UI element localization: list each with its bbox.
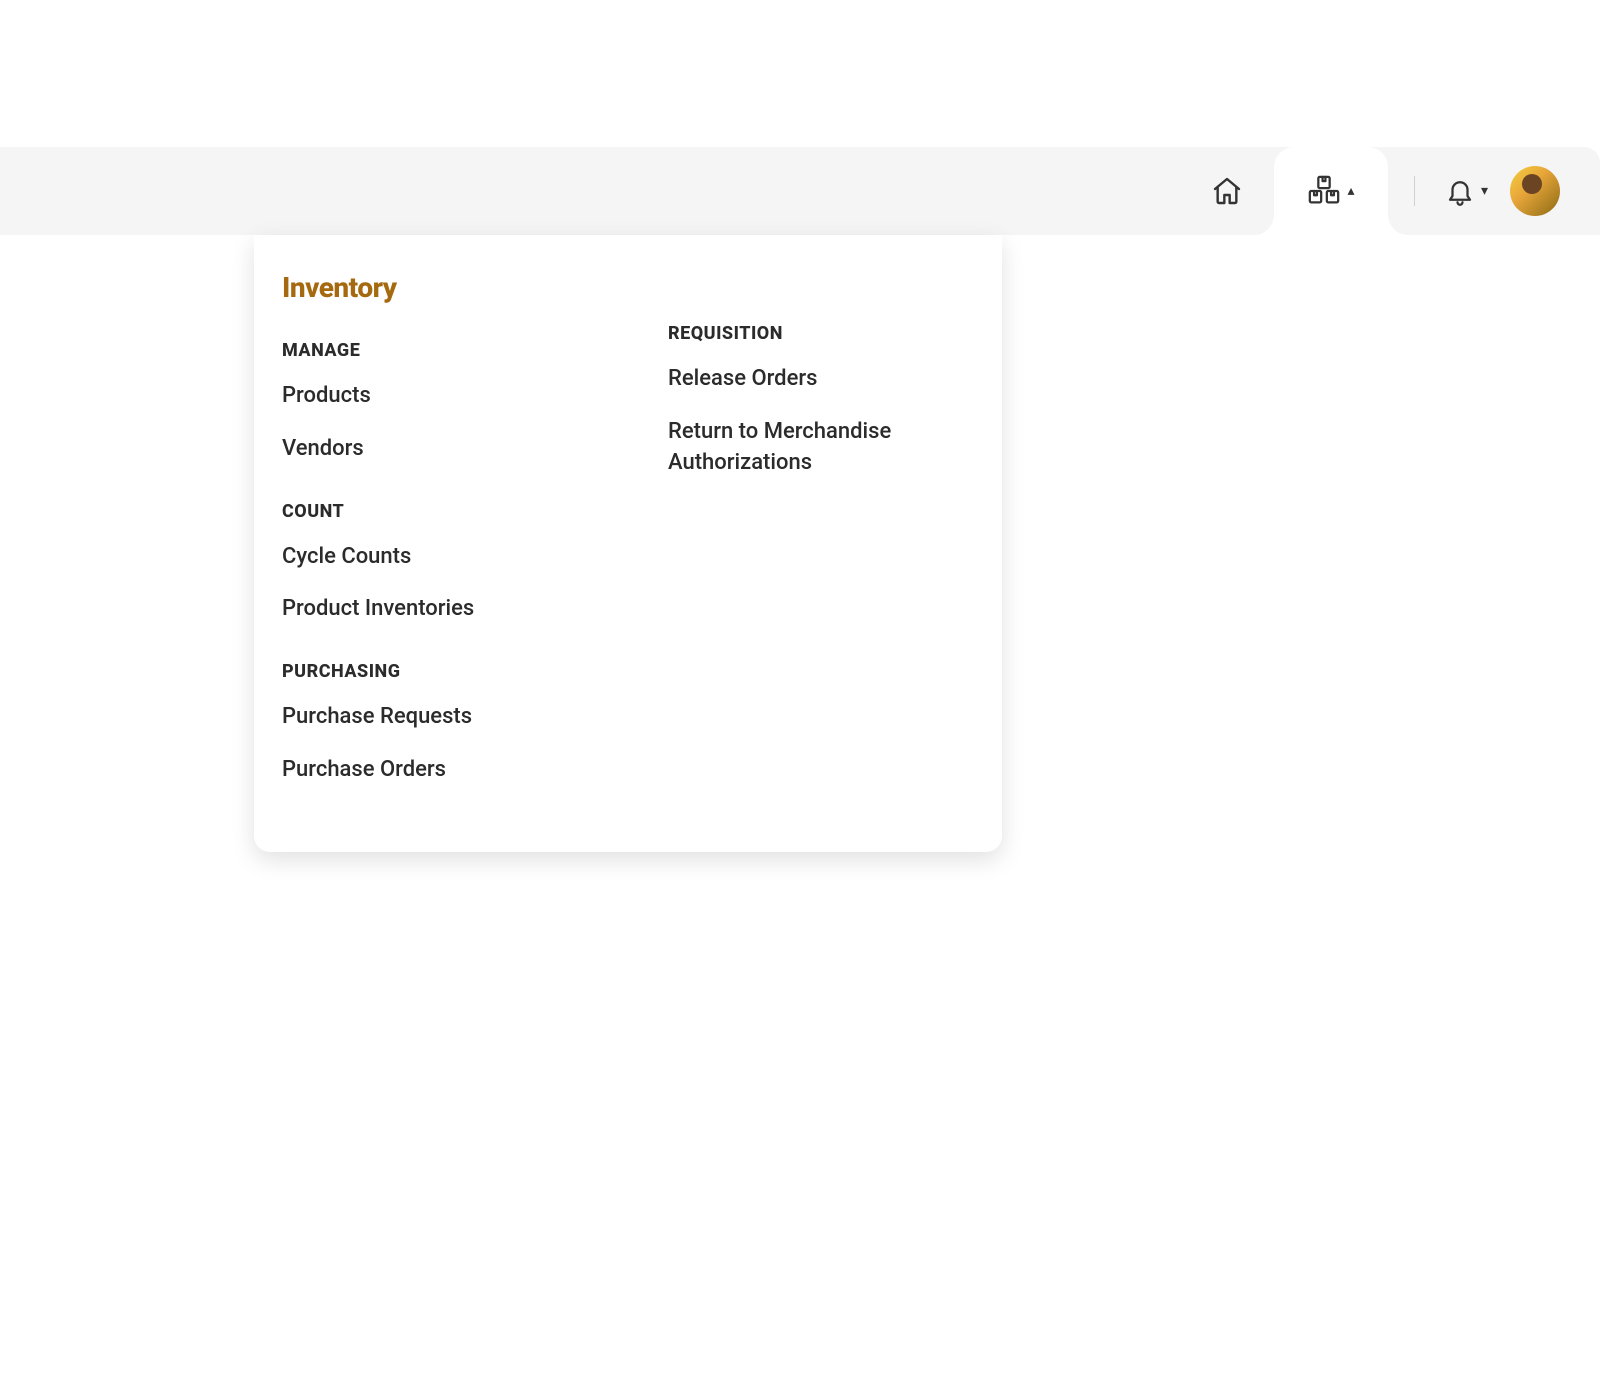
avatar[interactable] [1510,166,1560,216]
dropdown-column-right: REQUISITION Release Orders Return to Mer… [668,271,974,808]
section-header-count: COUNT [282,501,588,522]
menu-link-rma[interactable]: Return to Merchandise Authorizations [668,417,974,479]
menu-link-cycle-counts[interactable]: Cycle Counts [282,542,588,573]
nav-notifications[interactable]: ▾ [1441,162,1492,220]
menu-link-release-orders[interactable]: Release Orders [668,364,974,395]
home-icon [1211,175,1243,207]
bell-icon [1445,176,1475,206]
boxes-icon [1307,174,1341,208]
section-header-manage: MANAGE [282,340,588,361]
dropdown-column-left: Inventory MANAGE Products Vendors COUNT … [282,271,608,808]
topbar: ▴ ▾ [0,147,1600,235]
menu-link-vendors[interactable]: Vendors [282,434,588,465]
dropdown-title: Inventory [282,271,588,304]
caret-down-icon: ▾ [1481,183,1488,199]
section-header-requisition: REQUISITION [668,323,974,344]
nav-inventory[interactable]: ▴ [1274,147,1388,235]
inventory-dropdown: Inventory MANAGE Products Vendors COUNT … [254,235,1002,852]
topbar-divider [1414,176,1415,206]
section-header-purchasing: PURCHASING [282,661,588,682]
caret-up-icon: ▴ [1347,183,1354,199]
nav-home[interactable] [1198,162,1256,220]
menu-link-products[interactable]: Products [282,381,588,412]
menu-link-product-inventories[interactable]: Product Inventories [282,594,588,625]
menu-link-purchase-orders[interactable]: Purchase Orders [282,755,588,786]
menu-link-purchase-requests[interactable]: Purchase Requests [282,702,588,733]
